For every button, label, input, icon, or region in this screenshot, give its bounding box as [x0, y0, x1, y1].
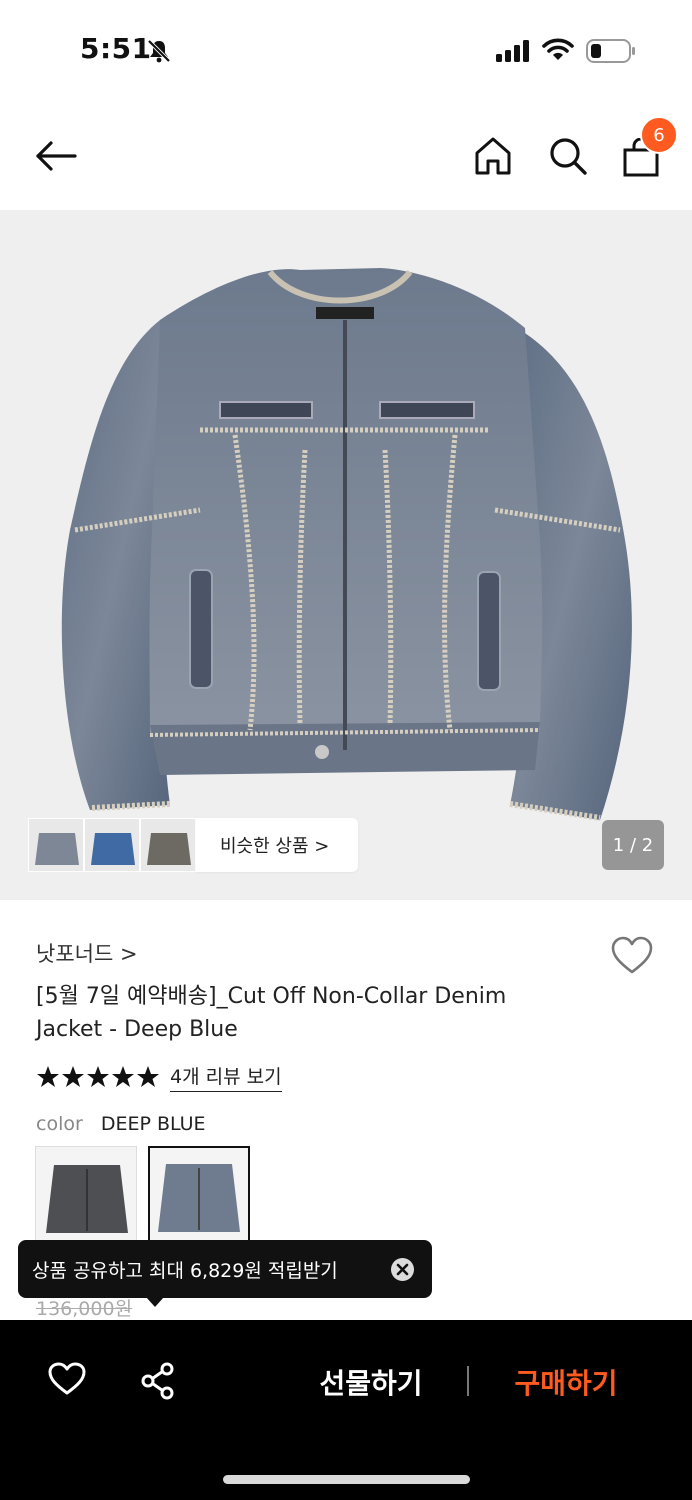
similar-thumb-1[interactable]	[28, 818, 84, 872]
color-swatch-black[interactable]	[35, 1146, 137, 1248]
product-image[interactable]	[0, 210, 692, 900]
star-icon	[62, 1066, 84, 1087]
similar-thumb-2[interactable]	[84, 818, 140, 872]
status-time: 5:51	[80, 32, 152, 65]
gift-button[interactable]: 선물하기	[306, 1360, 436, 1404]
tooltip-tail	[146, 1297, 164, 1307]
cellular-signal-icon	[496, 40, 529, 62]
close-icon[interactable]	[391, 1258, 414, 1281]
option-value: DEEP BLUE	[100, 1113, 206, 1135]
action-divider	[467, 1366, 469, 1396]
product-title: [5월 7일 예약배송]_Cut Off Non-Collar Denim Ja…	[36, 984, 507, 1042]
search-icon[interactable]	[548, 136, 588, 176]
star-icon	[137, 1066, 159, 1087]
similar-products-strip[interactable]: 비슷한 상품 >	[28, 818, 358, 872]
similar-products-button[interactable]: 비슷한 상품 >	[196, 818, 358, 872]
wifi-icon	[542, 38, 574, 60]
denim-jacket-illustration	[61, 268, 632, 821]
review-link[interactable]: 4개 리뷰 보기	[170, 1062, 282, 1092]
share-icon[interactable]	[140, 1362, 176, 1400]
image-counter: 1 / 2	[602, 820, 664, 870]
similar-thumb-3[interactable]	[140, 818, 196, 872]
status-bar: 5:51	[0, 0, 692, 100]
color-swatch-deep-blue[interactable]	[148, 1146, 250, 1248]
home-icon[interactable]	[474, 136, 512, 176]
star-icon	[37, 1066, 59, 1087]
star-icon	[87, 1066, 109, 1087]
back-arrow-icon[interactable]	[34, 138, 78, 174]
rating-stars	[36, 1065, 160, 1089]
bell-muted-icon	[147, 39, 171, 63]
home-indicator	[223, 1475, 470, 1484]
top-nav: 6	[0, 100, 692, 210]
tooltip-text: 상품 공유하고 최대 6,829원 적립받기	[32, 1259, 338, 1282]
star-icon	[112, 1066, 134, 1087]
original-price: 136,000원	[36, 1298, 133, 1320]
color-option: color DEEP BLUE	[36, 1113, 206, 1135]
battery-icon	[586, 39, 635, 63]
cart-count-badge: 6	[640, 116, 678, 154]
brand-link[interactable]: 낫포너드 >	[36, 938, 138, 968]
bottom-action-bar: 선물하기 구매하기	[0, 1320, 692, 1500]
heart-wishlist-icon[interactable]	[610, 936, 654, 976]
option-label: color	[36, 1113, 83, 1135]
share-reward-tooltip: 상품 공유하고 최대 6,829원 적립받기	[18, 1240, 432, 1298]
buy-button[interactable]: 구매하기	[500, 1360, 632, 1404]
heart-icon[interactable]	[48, 1362, 86, 1396]
rating-row: 4개 리뷰 보기	[36, 1062, 282, 1092]
